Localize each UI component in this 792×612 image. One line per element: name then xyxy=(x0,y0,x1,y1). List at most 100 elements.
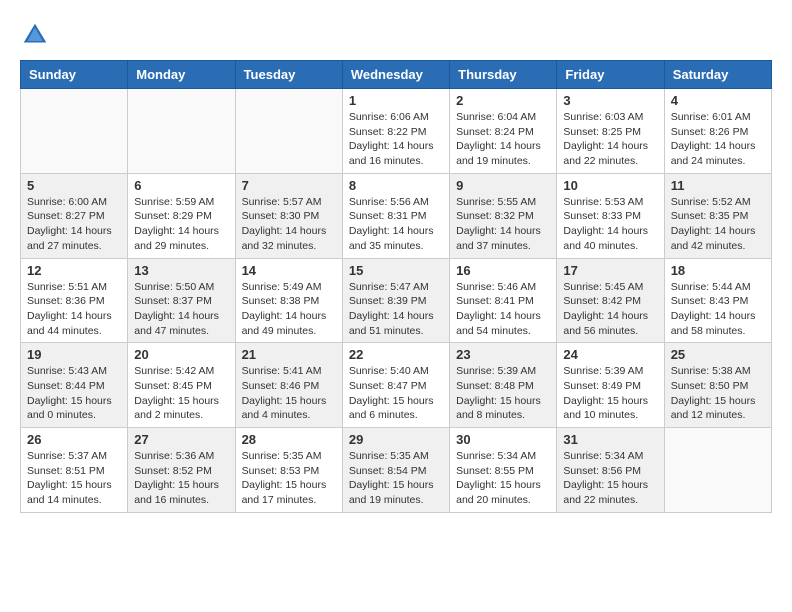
calendar-cell: 30 Sunrise: 5:34 AM Sunset: 8:55 PM Dayli… xyxy=(450,428,557,513)
day-info: Sunrise: 5:34 AM Sunset: 8:56 PM Dayligh… xyxy=(563,449,657,508)
calendar-cell xyxy=(21,89,128,174)
weekday-header: Saturday xyxy=(664,61,771,89)
calendar-cell: 31 Sunrise: 5:34 AM Sunset: 8:56 PM Dayli… xyxy=(557,428,664,513)
day-number: 11 xyxy=(671,178,765,193)
calendar-cell: 15 Sunrise: 5:47 AM Sunset: 8:39 PM Dayli… xyxy=(342,258,449,343)
day-info: Sunrise: 6:03 AM Sunset: 8:25 PM Dayligh… xyxy=(563,110,657,169)
day-number: 6 xyxy=(134,178,228,193)
day-info: Sunrise: 5:45 AM Sunset: 8:42 PM Dayligh… xyxy=(563,280,657,339)
calendar-cell: 25Sunrise: 5:38 AM Sunset: 8:50 PM Dayli… xyxy=(664,343,771,428)
calendar-cell: 13 Sunrise: 5:50 AM Sunset: 8:37 PM Dayli… xyxy=(128,258,235,343)
calendar-table: SundayMondayTuesdayWednesdayThursdayFrid… xyxy=(20,60,772,513)
calendar-cell: 1Sunrise: 6:06 AM Sunset: 8:22 PM Daylig… xyxy=(342,89,449,174)
day-info: Sunrise: 5:37 AM Sunset: 8:51 PM Dayligh… xyxy=(27,449,121,508)
day-info: Sunrise: 6:01 AM Sunset: 8:26 PM Dayligh… xyxy=(671,110,765,169)
day-info: Sunrise: 5:40 AM Sunset: 8:47 PM Dayligh… xyxy=(349,364,443,423)
day-number: 30 xyxy=(456,432,550,447)
calendar-week-row: 5 Sunrise: 6:00 AM Sunset: 8:27 PM Daylig… xyxy=(21,173,772,258)
calendar-cell: 16 Sunrise: 5:46 AM Sunset: 8:41 PM Dayli… xyxy=(450,258,557,343)
calendar-cell: 19 Sunrise: 5:43 AM Sunset: 8:44 PM Dayli… xyxy=(21,343,128,428)
day-number: 29 xyxy=(349,432,443,447)
weekday-header: Thursday xyxy=(450,61,557,89)
day-number: 13 xyxy=(134,263,228,278)
day-info: Sunrise: 5:57 AM Sunset: 8:30 PM Dayligh… xyxy=(242,195,336,254)
calendar-cell: 17 Sunrise: 5:45 AM Sunset: 8:42 PM Dayli… xyxy=(557,258,664,343)
calendar-cell: 14Sunrise: 5:49 AM Sunset: 8:38 PM Dayli… xyxy=(235,258,342,343)
day-info: Sunrise: 5:59 AM Sunset: 8:29 PM Dayligh… xyxy=(134,195,228,254)
calendar-cell: 22 Sunrise: 5:40 AM Sunset: 8:47 PM Dayli… xyxy=(342,343,449,428)
day-number: 19 xyxy=(27,347,121,362)
calendar-cell: 24 Sunrise: 5:39 AM Sunset: 8:49 PM Dayli… xyxy=(557,343,664,428)
day-number: 14 xyxy=(242,263,336,278)
day-number: 23 xyxy=(456,347,550,362)
day-number: 28 xyxy=(242,432,336,447)
calendar-cell: 12Sunrise: 5:51 AM Sunset: 8:36 PM Dayli… xyxy=(21,258,128,343)
calendar-cell: 27 Sunrise: 5:36 AM Sunset: 8:52 PM Dayli… xyxy=(128,428,235,513)
day-number: 8 xyxy=(349,178,443,193)
calendar-cell: 29 Sunrise: 5:35 AM Sunset: 8:54 PM Dayli… xyxy=(342,428,449,513)
calendar-cell: 7 Sunrise: 5:57 AM Sunset: 8:30 PM Daylig… xyxy=(235,173,342,258)
day-info: Sunrise: 5:42 AM Sunset: 8:45 PM Dayligh… xyxy=(134,364,228,423)
calendar-cell: 2 Sunrise: 6:04 AM Sunset: 8:24 PM Daylig… xyxy=(450,89,557,174)
day-info: Sunrise: 5:52 AM Sunset: 8:35 PM Dayligh… xyxy=(671,195,765,254)
day-number: 26 xyxy=(27,432,121,447)
day-number: 12 xyxy=(27,263,121,278)
day-number: 20 xyxy=(134,347,228,362)
day-number: 31 xyxy=(563,432,657,447)
calendar-week-row: 26 Sunrise: 5:37 AM Sunset: 8:51 PM Dayli… xyxy=(21,428,772,513)
day-number: 7 xyxy=(242,178,336,193)
day-number: 18 xyxy=(671,263,765,278)
weekday-header: Wednesday xyxy=(342,61,449,89)
calendar-cell: 26 Sunrise: 5:37 AM Sunset: 8:51 PM Dayli… xyxy=(21,428,128,513)
day-number: 21 xyxy=(242,347,336,362)
day-info: Sunrise: 5:46 AM Sunset: 8:41 PM Dayligh… xyxy=(456,280,550,339)
calendar-cell xyxy=(128,89,235,174)
page-header xyxy=(20,20,772,50)
day-number: 5 xyxy=(27,178,121,193)
day-info: Sunrise: 5:39 AM Sunset: 8:49 PM Dayligh… xyxy=(563,364,657,423)
logo xyxy=(20,20,54,50)
logo-icon xyxy=(20,20,50,50)
day-number: 4 xyxy=(671,93,765,108)
day-number: 16 xyxy=(456,263,550,278)
calendar-week-row: 1Sunrise: 6:06 AM Sunset: 8:22 PM Daylig… xyxy=(21,89,772,174)
day-number: 22 xyxy=(349,347,443,362)
day-number: 25 xyxy=(671,347,765,362)
day-number: 9 xyxy=(456,178,550,193)
day-info: Sunrise: 5:35 AM Sunset: 8:53 PM Dayligh… xyxy=(242,449,336,508)
calendar-cell: 5 Sunrise: 6:00 AM Sunset: 8:27 PM Daylig… xyxy=(21,173,128,258)
weekday-header: Friday xyxy=(557,61,664,89)
day-info: Sunrise: 5:36 AM Sunset: 8:52 PM Dayligh… xyxy=(134,449,228,508)
day-info: Sunrise: 5:44 AM Sunset: 8:43 PM Dayligh… xyxy=(671,280,765,339)
day-info: Sunrise: 5:50 AM Sunset: 8:37 PM Dayligh… xyxy=(134,280,228,339)
day-info: Sunrise: 5:39 AM Sunset: 8:48 PM Dayligh… xyxy=(456,364,550,423)
day-info: Sunrise: 5:34 AM Sunset: 8:55 PM Dayligh… xyxy=(456,449,550,508)
day-number: 17 xyxy=(563,263,657,278)
day-info: Sunrise: 5:55 AM Sunset: 8:32 PM Dayligh… xyxy=(456,195,550,254)
day-number: 27 xyxy=(134,432,228,447)
weekday-header: Monday xyxy=(128,61,235,89)
day-info: Sunrise: 5:35 AM Sunset: 8:54 PM Dayligh… xyxy=(349,449,443,508)
calendar-cell: 11 Sunrise: 5:52 AM Sunset: 8:35 PM Dayli… xyxy=(664,173,771,258)
calendar-cell: 10Sunrise: 5:53 AM Sunset: 8:33 PM Dayli… xyxy=(557,173,664,258)
calendar-week-row: 19 Sunrise: 5:43 AM Sunset: 8:44 PM Dayli… xyxy=(21,343,772,428)
day-info: Sunrise: 6:00 AM Sunset: 8:27 PM Dayligh… xyxy=(27,195,121,254)
day-info: Sunrise: 5:41 AM Sunset: 8:46 PM Dayligh… xyxy=(242,364,336,423)
day-info: Sunrise: 5:43 AM Sunset: 8:44 PM Dayligh… xyxy=(27,364,121,423)
day-info: Sunrise: 5:56 AM Sunset: 8:31 PM Dayligh… xyxy=(349,195,443,254)
day-number: 1 xyxy=(349,93,443,108)
calendar-cell: 6 Sunrise: 5:59 AM Sunset: 8:29 PM Daylig… xyxy=(128,173,235,258)
day-number: 2 xyxy=(456,93,550,108)
day-number: 15 xyxy=(349,263,443,278)
calendar-cell: 4 Sunrise: 6:01 AM Sunset: 8:26 PM Daylig… xyxy=(664,89,771,174)
day-info: Sunrise: 5:47 AM Sunset: 8:39 PM Dayligh… xyxy=(349,280,443,339)
weekday-header: Sunday xyxy=(21,61,128,89)
calendar-cell: 3Sunrise: 6:03 AM Sunset: 8:25 PM Daylig… xyxy=(557,89,664,174)
calendar-cell xyxy=(235,89,342,174)
day-number: 24 xyxy=(563,347,657,362)
calendar-cell xyxy=(664,428,771,513)
weekday-header-row: SundayMondayTuesdayWednesdayThursdayFrid… xyxy=(21,61,772,89)
calendar-cell: 28 Sunrise: 5:35 AM Sunset: 8:53 PM Dayli… xyxy=(235,428,342,513)
day-info: Sunrise: 6:04 AM Sunset: 8:24 PM Dayligh… xyxy=(456,110,550,169)
day-info: Sunrise: 5:53 AM Sunset: 8:33 PM Dayligh… xyxy=(563,195,657,254)
